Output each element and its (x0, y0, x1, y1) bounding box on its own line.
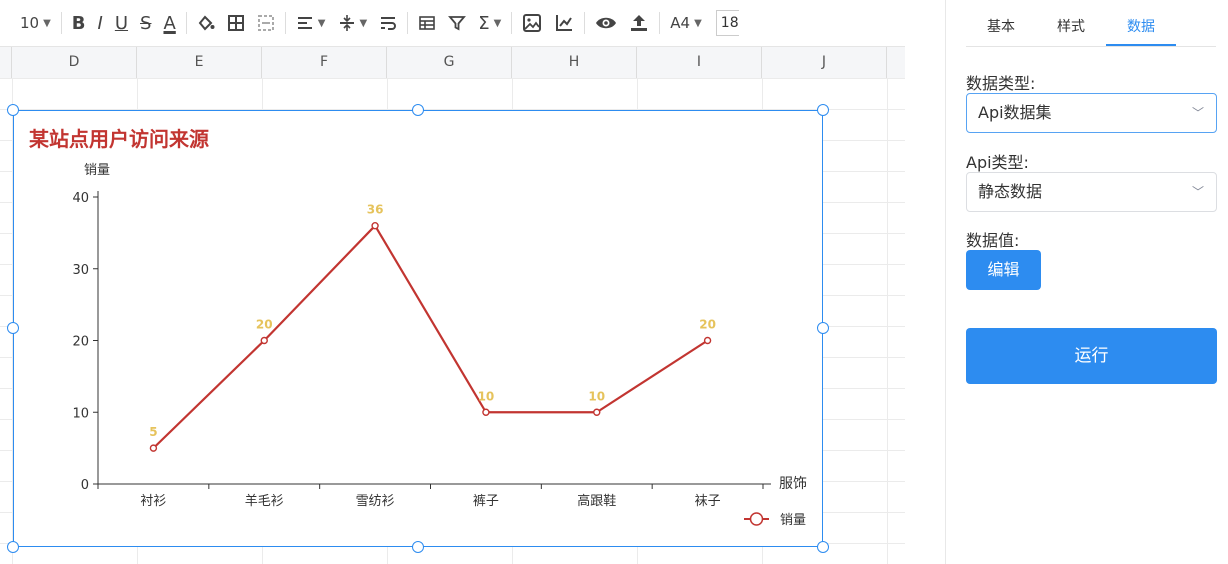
x-tick-label: 高跟鞋 (577, 493, 616, 509)
bold-icon[interactable]: B (66, 8, 92, 38)
y-tick-label: 20 (72, 335, 89, 350)
sum-icon[interactable]: Σ ▼ (472, 8, 507, 38)
column-header-cell[interactable]: H (512, 47, 637, 78)
y-tick-label: 10 (72, 406, 89, 421)
data-type-value: Api数据集 (978, 103, 1052, 122)
data-point (703, 336, 712, 345)
font-size-select[interactable]: 10 ▼ (0, 8, 57, 38)
y-axis-label: 销量 (84, 163, 110, 178)
edit-button[interactable]: 编辑 (966, 250, 1041, 290)
y-tick-label: 40 (72, 191, 89, 206)
tab-basic[interactable]: 基本 (966, 0, 1036, 46)
chevron-down-icon: ▼ (43, 17, 51, 29)
x-axis-label: 服饰 (779, 476, 807, 492)
divider (659, 12, 661, 34)
border-icon[interactable] (221, 8, 251, 38)
series-line (152, 224, 709, 449)
chevron-down-icon: ▼ (359, 17, 368, 29)
divider (407, 12, 409, 34)
x-tick-label: 衬衫 (140, 494, 166, 509)
api-type-label: Api类型: (966, 153, 1029, 172)
data-point (260, 336, 268, 345)
preview-eye-icon[interactable] (589, 8, 623, 38)
resize-handle-bottom[interactable] (412, 541, 424, 553)
merge-cells-icon[interactable] (251, 8, 281, 38)
data-point (371, 221, 379, 230)
resize-handle-bottom-left[interactable] (7, 541, 19, 553)
data-label: 20 (699, 318, 716, 332)
resize-handle-bottom-right[interactable] (817, 541, 829, 553)
font-color-icon[interactable]: A (157, 8, 181, 38)
image-icon[interactable] (516, 8, 548, 38)
wrap-text-icon[interactable] (373, 8, 403, 38)
property-panel: 基本 样式 数据 数据类型: Api数据集 ﹀ Api类型: 静态数据 ﹀ 数据… (945, 0, 1228, 564)
divider (584, 12, 586, 34)
x-tick-label: 裤子 (473, 494, 499, 509)
data-point (593, 408, 601, 416)
data-label: 20 (256, 318, 273, 332)
resize-handle-right[interactable] (817, 322, 829, 334)
tab-data[interactable]: 数据 (1106, 0, 1176, 46)
y-tick-label: 30 (72, 263, 89, 278)
data-label: 10 (478, 389, 495, 403)
resize-handle-top-right[interactable] (817, 104, 829, 116)
legend-label: 销量 (780, 513, 806, 528)
column-header-cell[interactable]: E (137, 47, 262, 78)
divider (511, 12, 513, 34)
panel-tabs: 基本 样式 数据 (966, 0, 1216, 47)
chart-container[interactable]: 某站点用户访问来源 销量 0 10 20 30 40 衬衫 羊毛衫 雪纺衫 裤子 高跟鞋 袜子 服饰 5 2… (13, 110, 823, 547)
data-point (482, 408, 490, 416)
resize-handle-left[interactable] (7, 322, 19, 334)
x-tick-label: 雪纺衫 (356, 494, 395, 509)
run-button[interactable]: 运行 (966, 328, 1217, 384)
data-label: 10 (588, 389, 605, 403)
chevron-down-icon: ▼ (493, 17, 502, 29)
column-header-cell[interactable]: D (12, 47, 137, 78)
font-size-value: 10 (20, 14, 40, 32)
data-point (149, 444, 158, 452)
toolbar: 10 ▼ B I U S A ▼ ▼ Σ ▼ A4 ▼ 18 (0, 0, 905, 47)
divider (60, 12, 62, 34)
data-label: 5 (149, 425, 157, 439)
chevron-down-icon: ▼ (317, 17, 326, 29)
filter-icon[interactable] (442, 8, 472, 38)
paper-size-value: A4 (670, 14, 691, 32)
table-icon[interactable] (412, 8, 442, 38)
chevron-down-icon: ﹀ (1191, 185, 1204, 199)
font-size-input[interactable]: 18 (715, 10, 739, 36)
align-icon[interactable]: ▼ (290, 8, 332, 38)
paper-size-select[interactable]: A4 ▼ (664, 8, 708, 38)
y-tick-label: 0 (81, 478, 89, 493)
column-header-cell[interactable] (0, 47, 12, 78)
data-type-select[interactable]: Api数据集 ﹀ (966, 93, 1217, 133)
column-header: D E F G H I J (0, 47, 905, 79)
divider (185, 12, 187, 34)
column-header-cell[interactable]: I (637, 47, 762, 78)
data-type-label: 数据类型: (966, 74, 1036, 93)
resize-handle-top-left[interactable] (7, 104, 19, 116)
chart-icon[interactable] (548, 8, 580, 38)
chevron-down-icon: ﹀ (1191, 106, 1204, 120)
underline-icon[interactable]: U (109, 8, 134, 38)
x-tick-label: 羊毛衫 (245, 493, 284, 509)
line-chart: 销量 0 10 20 30 40 衬衫 羊毛衫 雪纺衫 裤子 高跟鞋 袜子 服饰 5 20 36 10 10 20 销… (72, 163, 807, 528)
x-tick-label: 袜子 (695, 494, 721, 509)
italic-icon[interactable]: I (92, 8, 109, 38)
column-header-cell[interactable]: J (762, 47, 887, 78)
vertical-align-icon[interactable]: ▼ (332, 8, 374, 38)
upload-icon[interactable] (623, 8, 655, 38)
resize-handle-top[interactable] (412, 104, 424, 116)
divider (284, 12, 286, 34)
tab-style[interactable]: 样式 (1036, 0, 1106, 46)
column-header-cell[interactable]: F (262, 47, 387, 78)
column-header-cell[interactable]: G (387, 47, 512, 78)
legend-marker (749, 512, 764, 526)
fill-color-icon[interactable] (191, 8, 221, 38)
chevron-down-icon: ▼ (694, 17, 702, 29)
data-value-label: 数据值: (966, 231, 1020, 250)
api-type-select[interactable]: 静态数据 ﹀ (966, 172, 1217, 212)
data-label: 36 (367, 203, 384, 217)
api-type-value: 静态数据 (978, 182, 1043, 201)
strikethrough-icon[interactable]: S (134, 8, 157, 38)
